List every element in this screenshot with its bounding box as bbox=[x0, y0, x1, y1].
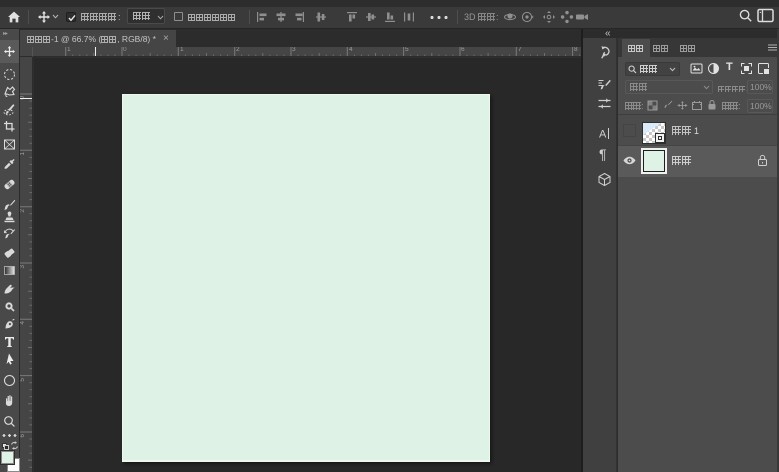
svg-text:¶: ¶ bbox=[599, 146, 607, 161]
svg-text:A: A bbox=[599, 129, 607, 141]
